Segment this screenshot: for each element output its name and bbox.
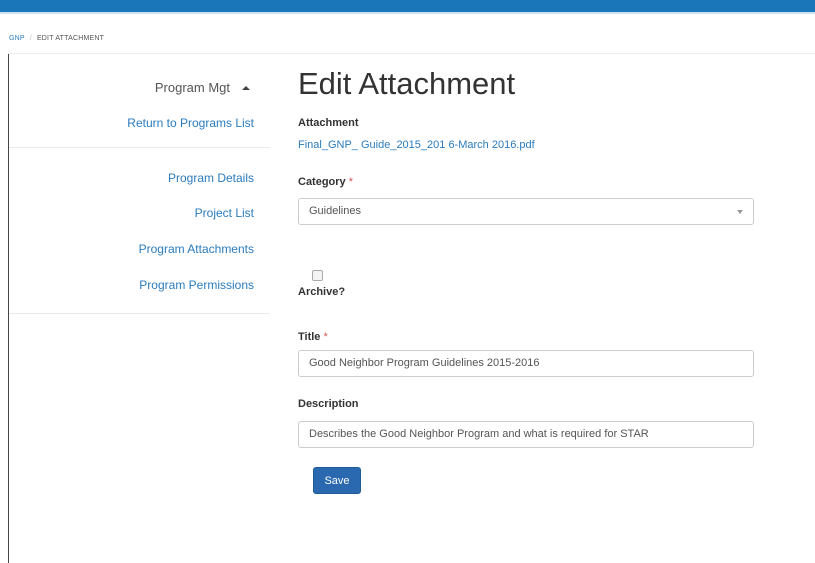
category-label-text: Category xyxy=(298,176,346,188)
attachment-label: Attachment xyxy=(298,117,359,129)
chevron-down-icon xyxy=(737,209,743,214)
category-select[interactable]: Guidelines xyxy=(298,198,754,225)
sidebar-item-program-details[interactable]: Program Details xyxy=(168,171,254,185)
sidebar-title-label: Program Mgt xyxy=(154,80,230,95)
attachment-file-link[interactable]: Final_GNP_ Guide_2015_201 6-March 2016.p… xyxy=(298,139,535,151)
sidebar-divider-bottom xyxy=(9,313,270,314)
description-label: Description xyxy=(298,398,359,410)
caret-up-icon xyxy=(242,85,250,90)
required-marker: * xyxy=(348,176,354,188)
sidebar-item-program-permissions[interactable]: Program Permissions xyxy=(139,278,254,292)
category-selected-value: Guidelines xyxy=(309,205,361,217)
description-input[interactable]: Describes the Good Neighbor Program and … xyxy=(298,421,754,448)
title-label-text: Title xyxy=(298,331,321,343)
sidebar: Program Mgt Return to Programs List Prog… xyxy=(0,0,270,563)
title-input[interactable]: Good Neighbor Program Guidelines 2015-20… xyxy=(298,350,754,377)
required-marker: * xyxy=(323,331,328,343)
save-button[interactable]: Save xyxy=(313,467,361,494)
sidebar-item-program-attachments[interactable]: Program Attachments xyxy=(139,242,254,256)
title-label: Title * xyxy=(298,331,328,343)
page-title: Edit Attachment xyxy=(298,66,516,101)
return-to-programs-link[interactable]: Return to Programs List xyxy=(127,116,254,130)
archive-checkbox[interactable] xyxy=(312,270,323,281)
archive-label: Archive? xyxy=(298,286,346,298)
sidebar-title[interactable]: Program Mgt xyxy=(155,80,250,95)
category-label: Category * xyxy=(298,176,353,188)
sidebar-item-project-list[interactable]: Project List xyxy=(195,206,254,220)
sidebar-divider-top xyxy=(9,147,270,148)
